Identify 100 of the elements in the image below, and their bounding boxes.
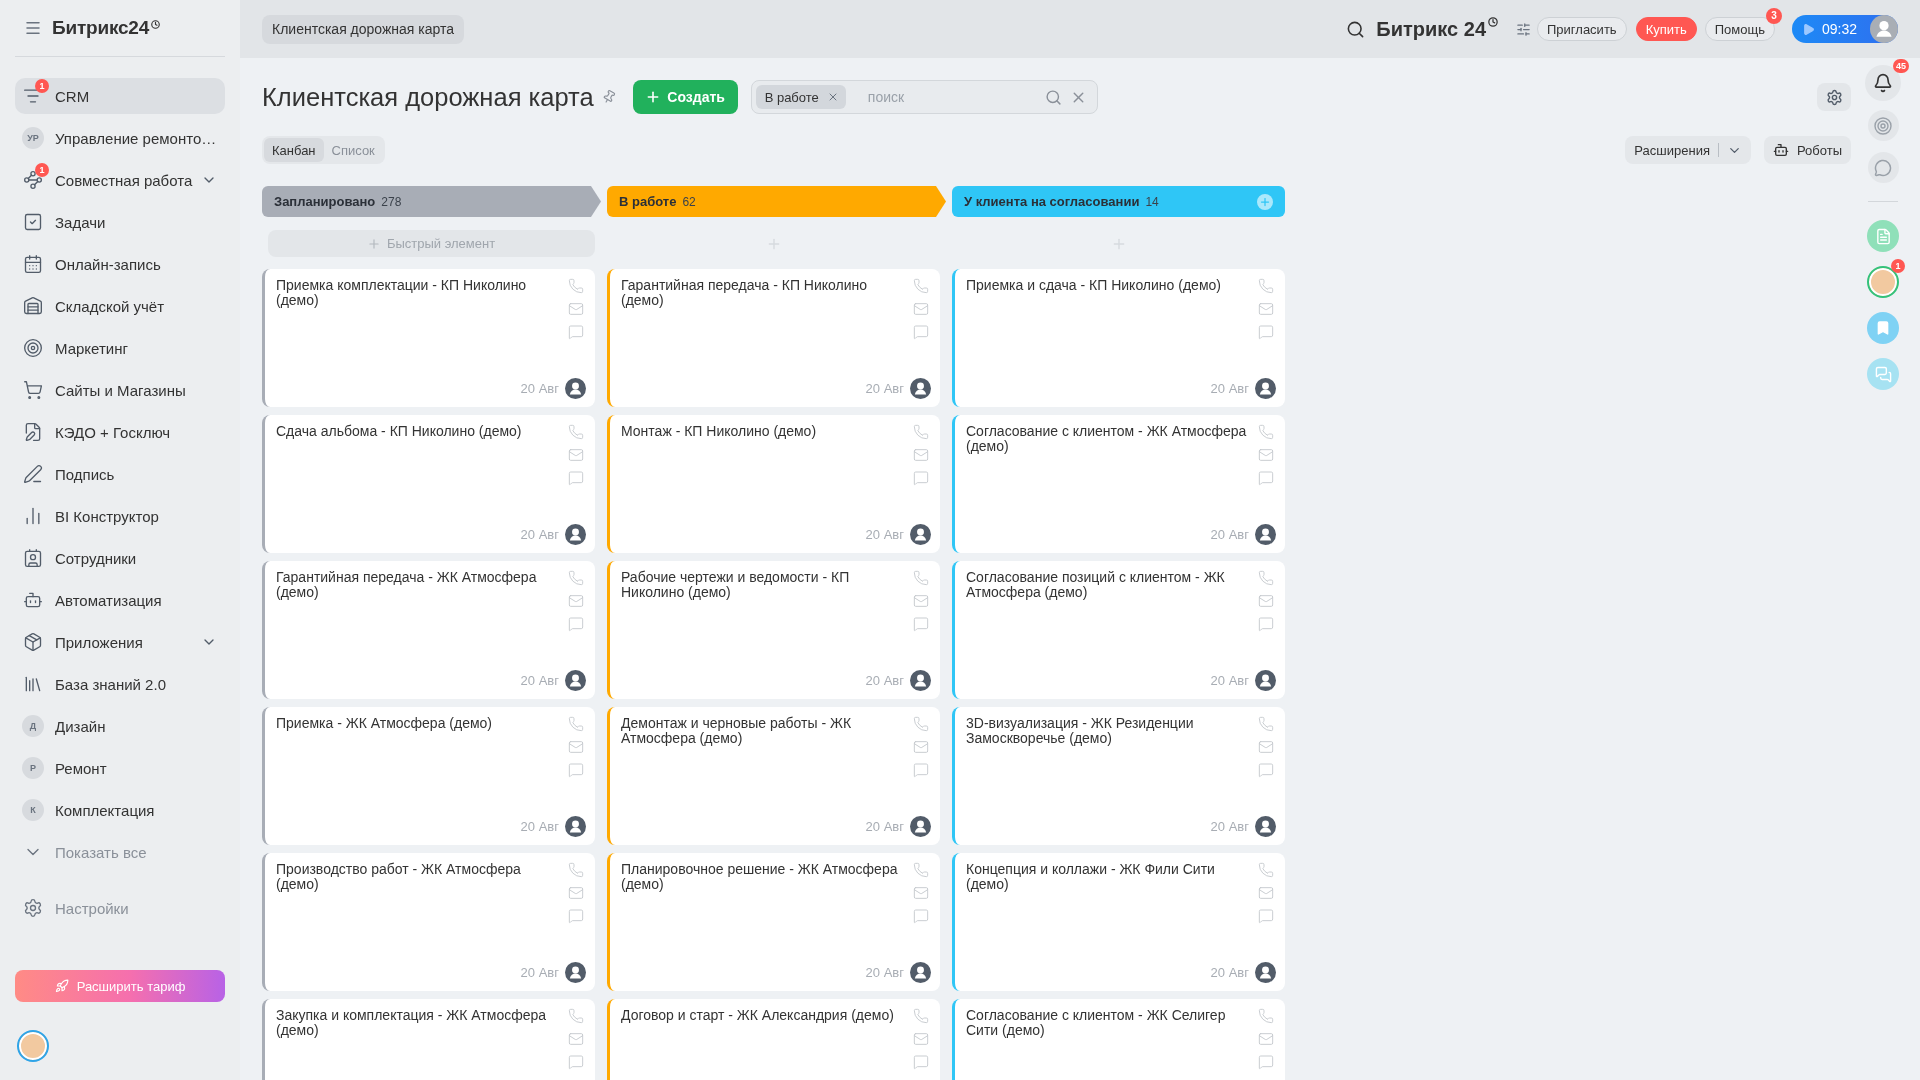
phone-icon[interactable] xyxy=(913,1008,929,1024)
chat-icon[interactable] xyxy=(913,324,929,340)
chat-icon[interactable] xyxy=(1258,324,1274,340)
view-tab[interactable]: Канбан xyxy=(264,138,324,162)
chat-icon[interactable] xyxy=(568,762,584,778)
user-icon[interactable] xyxy=(910,524,931,545)
deal-card[interactable]: 3D-визуализация - ЖК Резиденции Замоскворечье (демо) 20 Авг xyxy=(952,707,1285,845)
phone-icon[interactable] xyxy=(1258,570,1274,586)
deal-card[interactable]: Гарантийная передача - КП Николино (демо) 20 Авг xyxy=(607,269,940,407)
phone-icon[interactable] xyxy=(568,1008,584,1024)
phone-icon[interactable] xyxy=(913,862,929,878)
extensions-button[interactable]: Расширения xyxy=(1625,136,1751,164)
chat-icon[interactable] xyxy=(913,470,929,486)
chat-icon[interactable] xyxy=(1258,1054,1274,1070)
user-icon[interactable] xyxy=(565,378,586,399)
filter-chip[interactable]: В работе xyxy=(755,85,846,109)
user-icon[interactable] xyxy=(565,670,586,691)
deal-card[interactable]: Концепция и коллажи - ЖК Фили Сити (демо) 20 Авг xyxy=(952,853,1285,991)
mail-icon[interactable] xyxy=(1258,447,1274,463)
sidebar-item[interactable]: УР Управление ремонто… xyxy=(15,120,225,156)
timer-button[interactable]: 09:32 xyxy=(1791,15,1898,43)
deal-card[interactable]: Согласование с клиентом - ЖК Атмосфера (демо) 20 Авг xyxy=(952,415,1285,553)
deal-card[interactable]: Демонтаж и черновые работы - ЖК Атмосфера (демо) 20 Авг xyxy=(607,707,940,845)
sidebar-item[interactable]: Онлайн-запись xyxy=(15,246,225,282)
chat-icon[interactable] xyxy=(568,470,584,486)
mail-icon[interactable] xyxy=(913,739,929,755)
deal-card[interactable]: Закупка и комплектация - ЖК Атмосфера (демо) xyxy=(262,999,595,1080)
deal-card[interactable]: Приемка и сдача - КП Николино (демо) 20 Авг xyxy=(952,269,1285,407)
mail-icon[interactable] xyxy=(913,301,929,317)
phone-icon[interactable] xyxy=(568,716,584,732)
robots-button[interactable]: Роботы xyxy=(1763,136,1851,164)
mail-icon[interactable] xyxy=(913,1031,929,1047)
user-icon[interactable] xyxy=(565,816,586,837)
bookmark-icon[interactable] xyxy=(1867,312,1899,344)
user-icon[interactable] xyxy=(910,816,931,837)
mail-icon[interactable] xyxy=(913,447,929,463)
chat-icon[interactable] xyxy=(568,616,584,632)
menu-icon[interactable] xyxy=(24,19,42,37)
sidebar-item[interactable]: 1 Совместная работа xyxy=(15,162,225,198)
mail-icon[interactable] xyxy=(568,301,584,317)
add-icon[interactable] xyxy=(1257,193,1273,210)
phone-icon[interactable] xyxy=(1258,716,1274,732)
chat-bubbles-icon[interactable] xyxy=(1867,358,1899,390)
deal-card[interactable]: Рабочие чертежи и ведомости - КП Николино (демо) 20 Авг xyxy=(607,561,940,699)
phone-icon[interactable] xyxy=(568,278,584,294)
phone-icon[interactable] xyxy=(1258,862,1274,878)
phone-icon[interactable] xyxy=(913,716,929,732)
sidebar-item[interactable]: Р Ремонт xyxy=(15,750,225,786)
sidebar-item[interactable]: Приложения xyxy=(15,624,225,660)
user-icon[interactable] xyxy=(910,962,931,983)
phone-icon[interactable] xyxy=(913,278,929,294)
chat-icon[interactable] xyxy=(1258,908,1274,924)
chat-icon[interactable] xyxy=(1258,762,1274,778)
sidebar-item[interactable]: Задачи xyxy=(15,204,225,240)
user-icon[interactable] xyxy=(565,524,586,545)
mail-icon[interactable] xyxy=(568,885,584,901)
sidebar-item[interactable]: Автоматизация xyxy=(15,582,225,618)
document-icon[interactable] xyxy=(1867,220,1899,252)
user-icon[interactable] xyxy=(1870,15,1898,43)
user-icon[interactable] xyxy=(1255,670,1276,691)
deal-card[interactable]: Гарантийная передача - ЖК Атмосфера (демо) 20 Авг xyxy=(262,561,595,699)
mail-icon[interactable] xyxy=(568,1031,584,1047)
deal-card[interactable]: Согласование позиций с клиентом - ЖК Атмосфера (демо) 20 Авг xyxy=(952,561,1285,699)
invite-button[interactable]: Пригласить xyxy=(1537,17,1627,41)
phone-icon[interactable] xyxy=(1258,1008,1274,1024)
deal-card[interactable]: Приемка комплектации - КП Николино (демо) 20 Авг xyxy=(262,269,595,407)
deal-card[interactable]: Договор и старт - ЖК Александрия (демо) xyxy=(607,999,940,1080)
chat-icon[interactable] xyxy=(568,908,584,924)
phone-icon[interactable] xyxy=(1258,424,1274,440)
deal-card[interactable]: Сдача альбома - КП Николино (демо) 20 Авг xyxy=(262,415,595,553)
chat-icon[interactable] xyxy=(913,616,929,632)
mail-icon[interactable] xyxy=(568,593,584,609)
chat-icon[interactable] xyxy=(913,1054,929,1070)
chat-icon[interactable] xyxy=(913,908,929,924)
phone-icon[interactable] xyxy=(1258,278,1274,294)
sidebar-item[interactable]: 1 CRM xyxy=(15,78,225,114)
deal-card[interactable]: Приемка - ЖК Атмосфера (демо) 20 Авг xyxy=(262,707,595,845)
deal-card[interactable]: Монтаж - КП Николино (демо) 20 Авг xyxy=(607,415,940,553)
search-field[interactable]: В работе поиск xyxy=(750,80,1098,114)
chat-icon[interactable] xyxy=(568,324,584,340)
deal-card[interactable]: Согласование с клиентом - ЖК Селигер Сити (демо) xyxy=(952,999,1285,1080)
chat-icon[interactable] xyxy=(1258,616,1274,632)
mail-icon[interactable] xyxy=(1258,301,1274,317)
breadcrumb[interactable]: Клиентская дорожная карта xyxy=(262,14,465,44)
user-icon[interactable] xyxy=(1255,524,1276,545)
phone-icon[interactable] xyxy=(568,862,584,878)
search-icon[interactable] xyxy=(1346,19,1366,39)
sidebar-item[interactable]: Маркетинг xyxy=(15,330,225,366)
mail-icon[interactable] xyxy=(1258,739,1274,755)
phone-icon[interactable] xyxy=(913,570,929,586)
sidebar-item[interactable]: Сайты и Магазины xyxy=(15,372,225,408)
sidebar-item[interactable]: К Комплектация xyxy=(15,792,225,828)
user-avatar[interactable] xyxy=(17,1030,49,1062)
phone-icon[interactable] xyxy=(568,424,584,440)
chat-icon[interactable] xyxy=(1258,470,1274,486)
mail-icon[interactable] xyxy=(1258,1031,1274,1047)
deal-card[interactable]: Планировочное решение - ЖК Атмосфера (демо) 20 Авг xyxy=(607,853,940,991)
user-icon[interactable] xyxy=(565,962,586,983)
sidebar-item[interactable]: BI Конструктор xyxy=(15,498,225,534)
chat-icon[interactable] xyxy=(568,1054,584,1070)
